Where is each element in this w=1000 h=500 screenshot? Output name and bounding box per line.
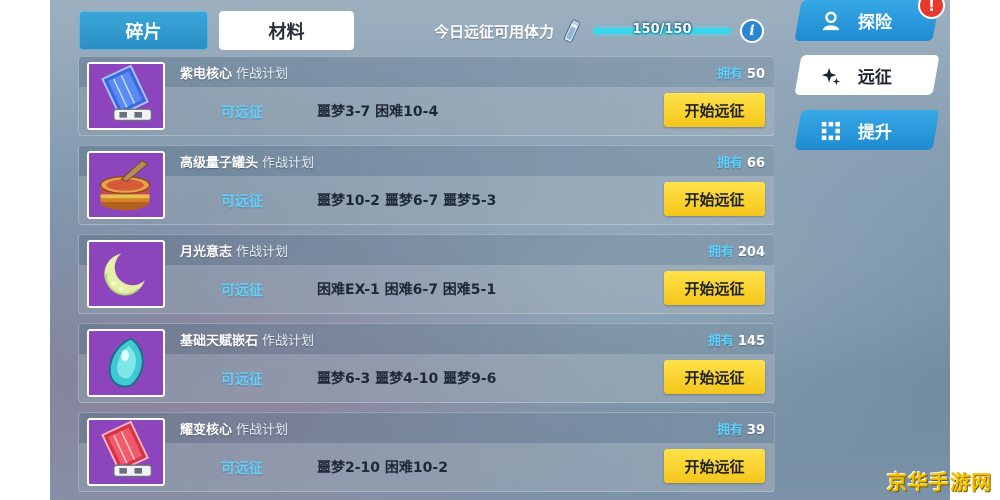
expedition-status: 可远征	[221, 283, 263, 299]
owned-count: 拥有 39	[716, 423, 765, 438]
start-expedition-button[interactable]: 开始远征	[664, 360, 765, 394]
grid-icon	[820, 119, 842, 141]
expedition-status: 可远征	[221, 194, 263, 210]
start-expedition-button[interactable]: 开始远征	[664, 271, 765, 305]
list-item: 耀变核心 作战计划 拥有 39 可远征 噩梦2-10 困难10-2 开始远征	[78, 412, 775, 492]
stage-list: 噩梦3-7 困难10-4	[317, 104, 439, 120]
owned-count: 拥有 204	[707, 245, 765, 260]
nav-upgrade-button[interactable]: 提升	[794, 110, 940, 150]
item-plan-tag: 作战计划	[236, 245, 289, 260]
start-expedition-button[interactable]: 开始远征	[664, 93, 765, 127]
item-name: 基础天赋嵌石 作战计划	[180, 334, 315, 349]
owned-count: 拥有 145	[707, 334, 765, 349]
stage-list: 困难EX-1 困难6-7 困难5-1	[317, 282, 497, 298]
tab-materials[interactable]: 材料	[219, 11, 354, 50]
nav-expedition-button[interactable]: 远征	[794, 55, 940, 95]
list-item: 紫电核心 作战计划 拥有 50 可远征 噩梦3-7 困难10-4 开始远征	[78, 56, 775, 136]
red-crystal-core-icon[interactable]	[87, 418, 165, 486]
list-item: 高级量子罐头 作战计划 拥有 66 可远征 噩梦10-2 噩梦6-7 噩梦5-3 开…	[78, 145, 775, 225]
item-name: 耀变核心 作战计划	[180, 423, 289, 438]
quantum-can-icon[interactable]	[87, 151, 165, 219]
stage-list: 噩梦6-3 噩梦4-10 噩梦9-6	[317, 371, 497, 387]
owned-count: 拥有 50	[716, 67, 765, 82]
stage-list: 噩梦2-10 困难10-2	[317, 460, 448, 476]
start-expedition-button[interactable]: 开始远征	[664, 449, 765, 483]
talent-gem-icon[interactable]	[87, 329, 165, 397]
info-button[interactable]: i	[740, 19, 764, 43]
start-expedition-button[interactable]: 开始远征	[664, 182, 765, 216]
list-item: 基础天赋嵌石 作战计划 拥有 145 可远征 噩梦6-3 噩梦4-10 噩梦9-6 …	[78, 323, 775, 403]
item-name: 高级量子罐头 作战计划	[180, 156, 315, 171]
item-name: 紫电核心 作战计划	[180, 67, 289, 82]
item-plan-tag: 作战计划	[262, 156, 315, 171]
nav-expedition-label: 远征	[858, 67, 892, 88]
item-plan-tag: 作战计划	[236, 423, 289, 438]
owned-count: 拥有 66	[716, 156, 765, 171]
stamina-value: 150/150	[632, 22, 692, 37]
material-list[interactable]: 紫电核心 作战计划 拥有 50 可远征 噩梦3-7 困难10-4 开始远征 高级…	[78, 56, 775, 500]
nav-explore-label: 探险	[858, 13, 892, 33]
nav-upgrade-label: 提升	[858, 122, 892, 143]
item-plan-tag: 作战计划	[236, 67, 289, 82]
item-plan-tag: 作战计划	[262, 334, 315, 349]
person-icon	[820, 10, 842, 32]
expedition-status: 可远征	[221, 372, 263, 388]
expedition-status: 可远征	[221, 105, 263, 121]
item-name: 月光意志 作战计划	[180, 245, 289, 260]
tab-fragments[interactable]: 碎片	[79, 11, 208, 50]
expedition-status: 可远征	[221, 461, 263, 477]
game-screen: 碎片 材料 今日远征可用体力 150/150 i 紫电核心 作战计划 拥有 50…	[50, 0, 950, 500]
crescent-moon-icon[interactable]	[87, 240, 165, 308]
stamina-potion-icon	[563, 18, 581, 44]
list-item: 月光意志 作战计划 拥有 204 可远征 困难EX-1 困难6-7 困难5-1 开始…	[78, 234, 775, 314]
watermark-text: 京华手游网	[887, 470, 992, 494]
stage-list: 噩梦10-2 噩梦6-7 噩梦5-3	[317, 193, 497, 209]
purple-crystal-core-icon[interactable]	[87, 62, 165, 130]
sparkle-icon	[820, 64, 842, 86]
stamina-label: 今日远征可用体力	[434, 23, 555, 41]
